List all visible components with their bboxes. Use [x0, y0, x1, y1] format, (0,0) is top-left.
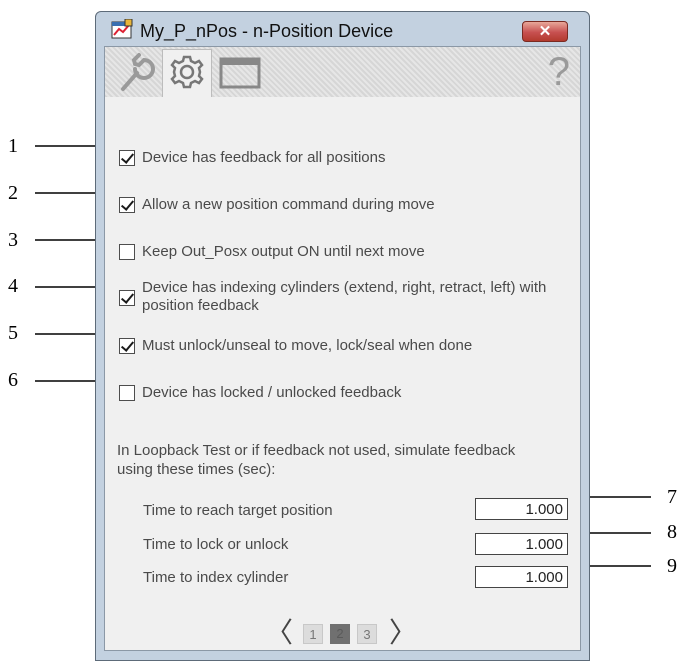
option-allow-new-command[interactable]: Allow a new position command during move: [119, 196, 562, 214]
wrench-icon: [121, 53, 155, 91]
option-keep-output-on[interactable]: Keep Out_Posx output ON until next move: [119, 243, 562, 261]
option-indexing-cylinders[interactable]: Device has indexing cylinders (extend, r…: [119, 279, 552, 315]
callout-number-1: 1: [8, 135, 18, 157]
simulation-intro: In Loopback Test or if feedback not used…: [117, 442, 516, 478]
time-target-input[interactable]: 1.000: [475, 498, 568, 520]
page-navigator: 〈 1 2 3 〉: [105, 619, 580, 649]
prev-page-icon[interactable]: 〈: [265, 619, 293, 647]
page-2-button[interactable]: 2: [330, 624, 350, 644]
callout-number-6: 6: [8, 369, 18, 391]
tab-toolbar: ?: [105, 47, 580, 97]
tab-engineering[interactable]: [162, 49, 212, 97]
page-3-button[interactable]: 3: [357, 624, 377, 644]
time-lock-input[interactable]: 1.000: [475, 533, 568, 555]
callout-number-5: 5: [8, 322, 18, 344]
next-page-icon[interactable]: 〉: [389, 619, 417, 647]
checkbox[interactable]: [119, 244, 135, 260]
checkbox[interactable]: [119, 290, 135, 306]
gear-icon: [170, 55, 204, 89]
option-locked-feedback[interactable]: Device has locked / unlocked feedback: [119, 384, 562, 402]
app-icon: [111, 19, 133, 39]
option-label: Device has feedback for all positions: [142, 149, 386, 166]
callout-number-8: 8: [667, 521, 677, 543]
faceplate-content: ? Device has feedback for all positions …: [104, 46, 581, 651]
tab-maintenance[interactable]: [111, 49, 161, 97]
checkbox[interactable]: [119, 338, 135, 354]
time-index-label: Time to index cylinder: [143, 569, 289, 586]
close-icon: ✕: [538, 23, 552, 40]
callout-number-4: 4: [8, 275, 18, 297]
option-label: Device has indexing cylinders (extend, r…: [142, 279, 547, 314]
time-target-label: Time to reach target position: [143, 502, 333, 519]
option-unlock-to-move[interactable]: Must unlock/unseal to move, lock/seal wh…: [119, 337, 562, 355]
window-title: My_P_nPos - n-Position Device: [140, 21, 394, 41]
option-label: Keep Out_Posx output ON until next move: [142, 243, 425, 260]
window-icon: [219, 57, 261, 89]
time-index-input[interactable]: 1.000: [475, 566, 568, 588]
option-label: Allow a new position command during move: [142, 196, 435, 213]
help-icon[interactable]: ?: [548, 51, 570, 93]
tab-trends[interactable]: [216, 49, 266, 97]
page-1-button[interactable]: 1: [303, 624, 323, 644]
callout-number-3: 3: [8, 229, 18, 251]
checkbox[interactable]: [119, 385, 135, 401]
callout-number-7: 7: [667, 486, 677, 508]
callout-number-9: 9: [667, 555, 677, 577]
close-button[interactable]: ✕: [522, 21, 568, 42]
option-feedback-all-positions[interactable]: Device has feedback for all positions: [119, 149, 562, 167]
time-lock-label: Time to lock or unlock: [143, 536, 289, 553]
checkbox[interactable]: [119, 197, 135, 213]
option-label: Must unlock/unseal to move, lock/seal wh…: [142, 337, 473, 354]
faceplate-window: My_P_nPos - n-Position Device ✕ ? Device…: [95, 11, 590, 661]
checkbox[interactable]: [119, 150, 135, 166]
option-label: Device has locked / unlocked feedback: [142, 384, 402, 401]
callout-number-2: 2: [8, 182, 18, 204]
title-bar[interactable]: My_P_nPos - n-Position Device ✕: [96, 12, 589, 46]
